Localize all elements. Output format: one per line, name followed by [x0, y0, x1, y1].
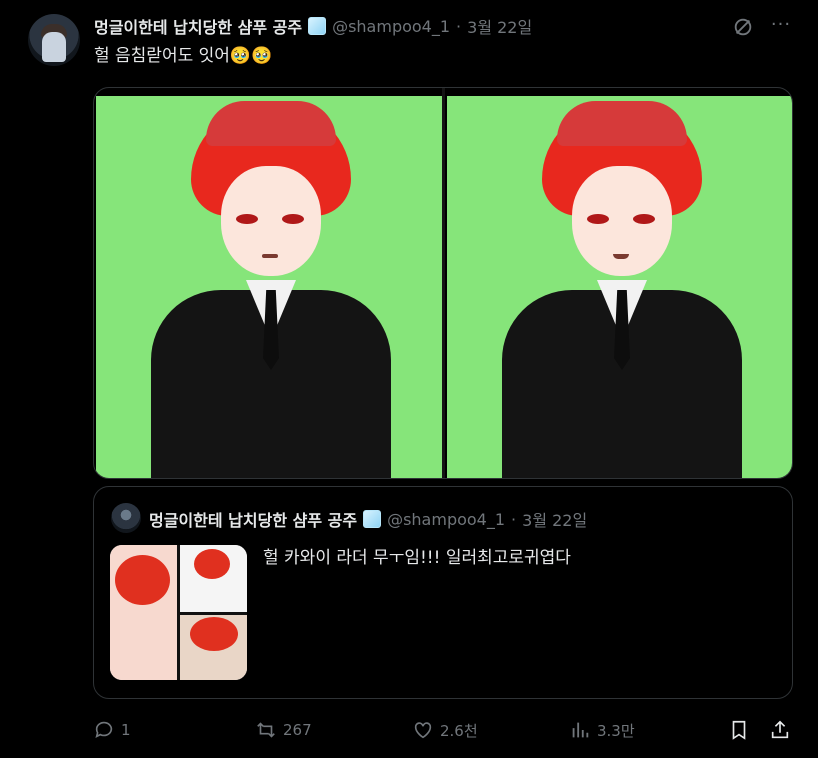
author-handle[interactable]: @shampoo4_1 — [332, 17, 450, 36]
tweet-header: 멍글이한테 납치당한 샴푸 공주 @shampoo4_1 · 3월 22일 — [94, 14, 532, 38]
media-image-2[interactable] — [447, 96, 792, 478]
bookmark-icon — [732, 720, 746, 740]
quoted-media-thumbnail[interactable] — [110, 545, 247, 680]
quoted-author-name: 멍글이한테 납치당한 샴푸 공주 — [149, 511, 358, 530]
author-avatar[interactable] — [28, 14, 80, 66]
views-icon — [572, 722, 589, 738]
quoted-separator: · — [511, 509, 517, 529]
tweet-media[interactable] — [93, 87, 793, 479]
reply-button[interactable]: 1 — [93, 716, 131, 744]
views-button[interactable]: 3.3만 — [569, 716, 635, 744]
tweet-date[interactable]: 3월 22일 — [467, 14, 532, 38]
retweet-icon — [257, 722, 275, 738]
like-count: 2.6천 — [440, 721, 478, 740]
more-icon[interactable]: ··· — [770, 14, 792, 36]
grok-icon[interactable] — [732, 16, 754, 38]
retweet-count: 267 — [283, 721, 312, 739]
view-count: 3.3만 — [597, 721, 635, 740]
quoted-header: 멍글이한테 납치당한 샴푸 공주 @shampoo4_1 · 3월 22일 — [149, 506, 587, 532]
reply-count: 1 — [121, 721, 131, 739]
share-button[interactable] — [769, 716, 791, 744]
tweet-text: 헐 음침랃어도 잇어🥹🥹 — [94, 46, 273, 66]
reply-icon — [95, 721, 113, 738]
quoted-avatar — [111, 503, 141, 533]
quoted-text: 헐 카와이 라더 무ㅜ임!!! 일러최고로귀엽다 — [263, 548, 571, 568]
media-image-1[interactable] — [96, 96, 442, 478]
author-name[interactable]: 멍글이한테 납치당한 샴푸 공주 — [94, 14, 302, 38]
like-button[interactable]: 2.6천 — [412, 716, 478, 744]
action-bar: 1 267 2.6천 3.3만 — [93, 716, 798, 744]
heart-icon — [414, 722, 432, 739]
bookmark-button[interactable] — [728, 716, 750, 744]
retweet-button[interactable]: 267 — [255, 716, 312, 744]
ice-cube-icon — [363, 510, 382, 528]
share-icon — [771, 720, 789, 739]
quoted-handle: @shampoo4_1 — [387, 509, 506, 529]
ice-cube-icon — [308, 17, 327, 35]
quoted-date: 3월 22일 — [522, 511, 588, 530]
meta-separator: · — [456, 16, 462, 36]
